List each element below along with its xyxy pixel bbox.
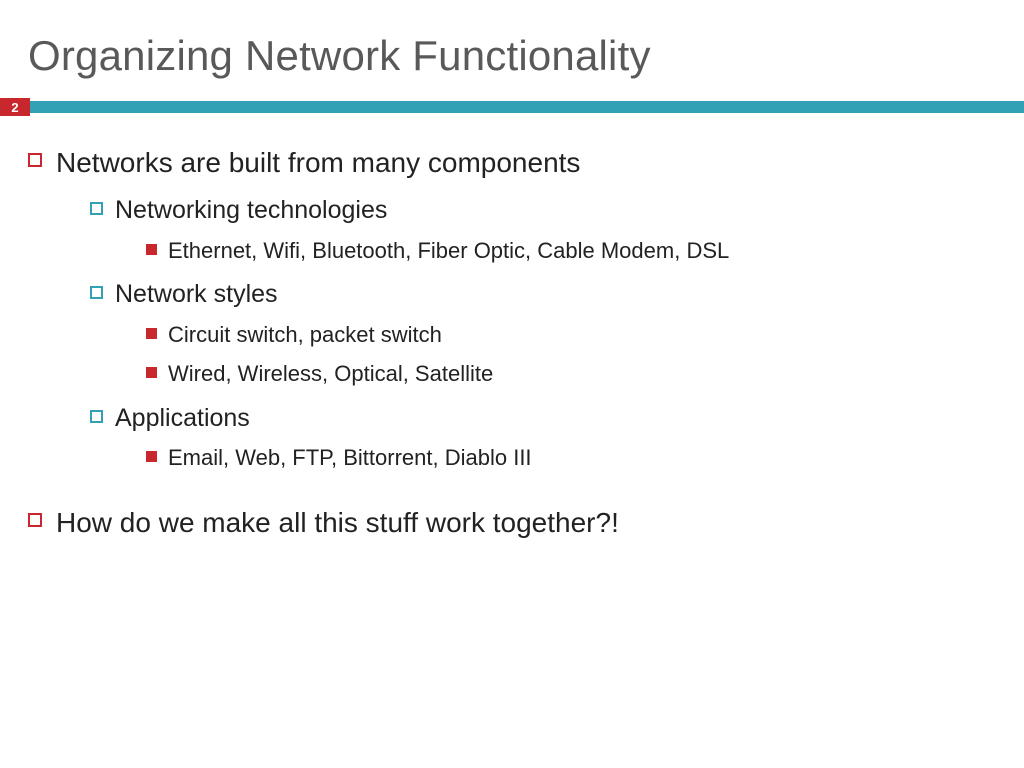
page-number-badge: 2 [0, 98, 30, 116]
bullet-level2: Networking technologies [90, 194, 984, 228]
bullet-level3: Email, Web, FTP, Bittorrent, Diablo III [146, 443, 984, 474]
bullet-level2: Network styles [90, 278, 984, 312]
bullet-level2: Applications [90, 402, 984, 436]
square-solid-red-icon [146, 451, 157, 462]
square-outline-teal-icon [90, 202, 103, 215]
bullet-text: Network styles [115, 278, 278, 312]
divider-bar [30, 101, 1024, 113]
bullet-text: Wired, Wireless, Optical, Satellite [168, 359, 493, 390]
bullet-text: Ethernet, Wifi, Bluetooth, Fiber Optic, … [168, 236, 729, 267]
bullet-level3: Ethernet, Wifi, Bluetooth, Fiber Optic, … [146, 236, 984, 267]
bullet-text: Networks are built from many components [56, 144, 580, 182]
slide-title: Organizing Network Functionality [0, 0, 1024, 80]
square-outline-teal-icon [90, 410, 103, 423]
square-solid-red-icon [146, 367, 157, 378]
bullet-level3: Wired, Wireless, Optical, Satellite [146, 359, 984, 390]
slide-content: Networks are built from many components … [0, 116, 1024, 542]
bullet-level1: How do we make all this stuff work toget… [28, 504, 984, 542]
bullet-text: Circuit switch, packet switch [168, 320, 442, 351]
bullet-text: Networking technologies [115, 194, 387, 228]
bullet-text: Email, Web, FTP, Bittorrent, Diablo III [168, 443, 532, 474]
bullet-level3: Circuit switch, packet switch [146, 320, 984, 351]
divider-row: 2 [0, 98, 1024, 116]
bullet-text: How do we make all this stuff work toget… [56, 504, 619, 542]
bullet-text: Applications [115, 402, 250, 436]
spacer [28, 476, 984, 504]
bullet-level1: Networks are built from many components [28, 144, 984, 182]
square-outline-red-icon [28, 513, 42, 527]
square-solid-red-icon [146, 244, 157, 255]
square-solid-red-icon [146, 328, 157, 339]
square-outline-red-icon [28, 153, 42, 167]
square-outline-teal-icon [90, 286, 103, 299]
